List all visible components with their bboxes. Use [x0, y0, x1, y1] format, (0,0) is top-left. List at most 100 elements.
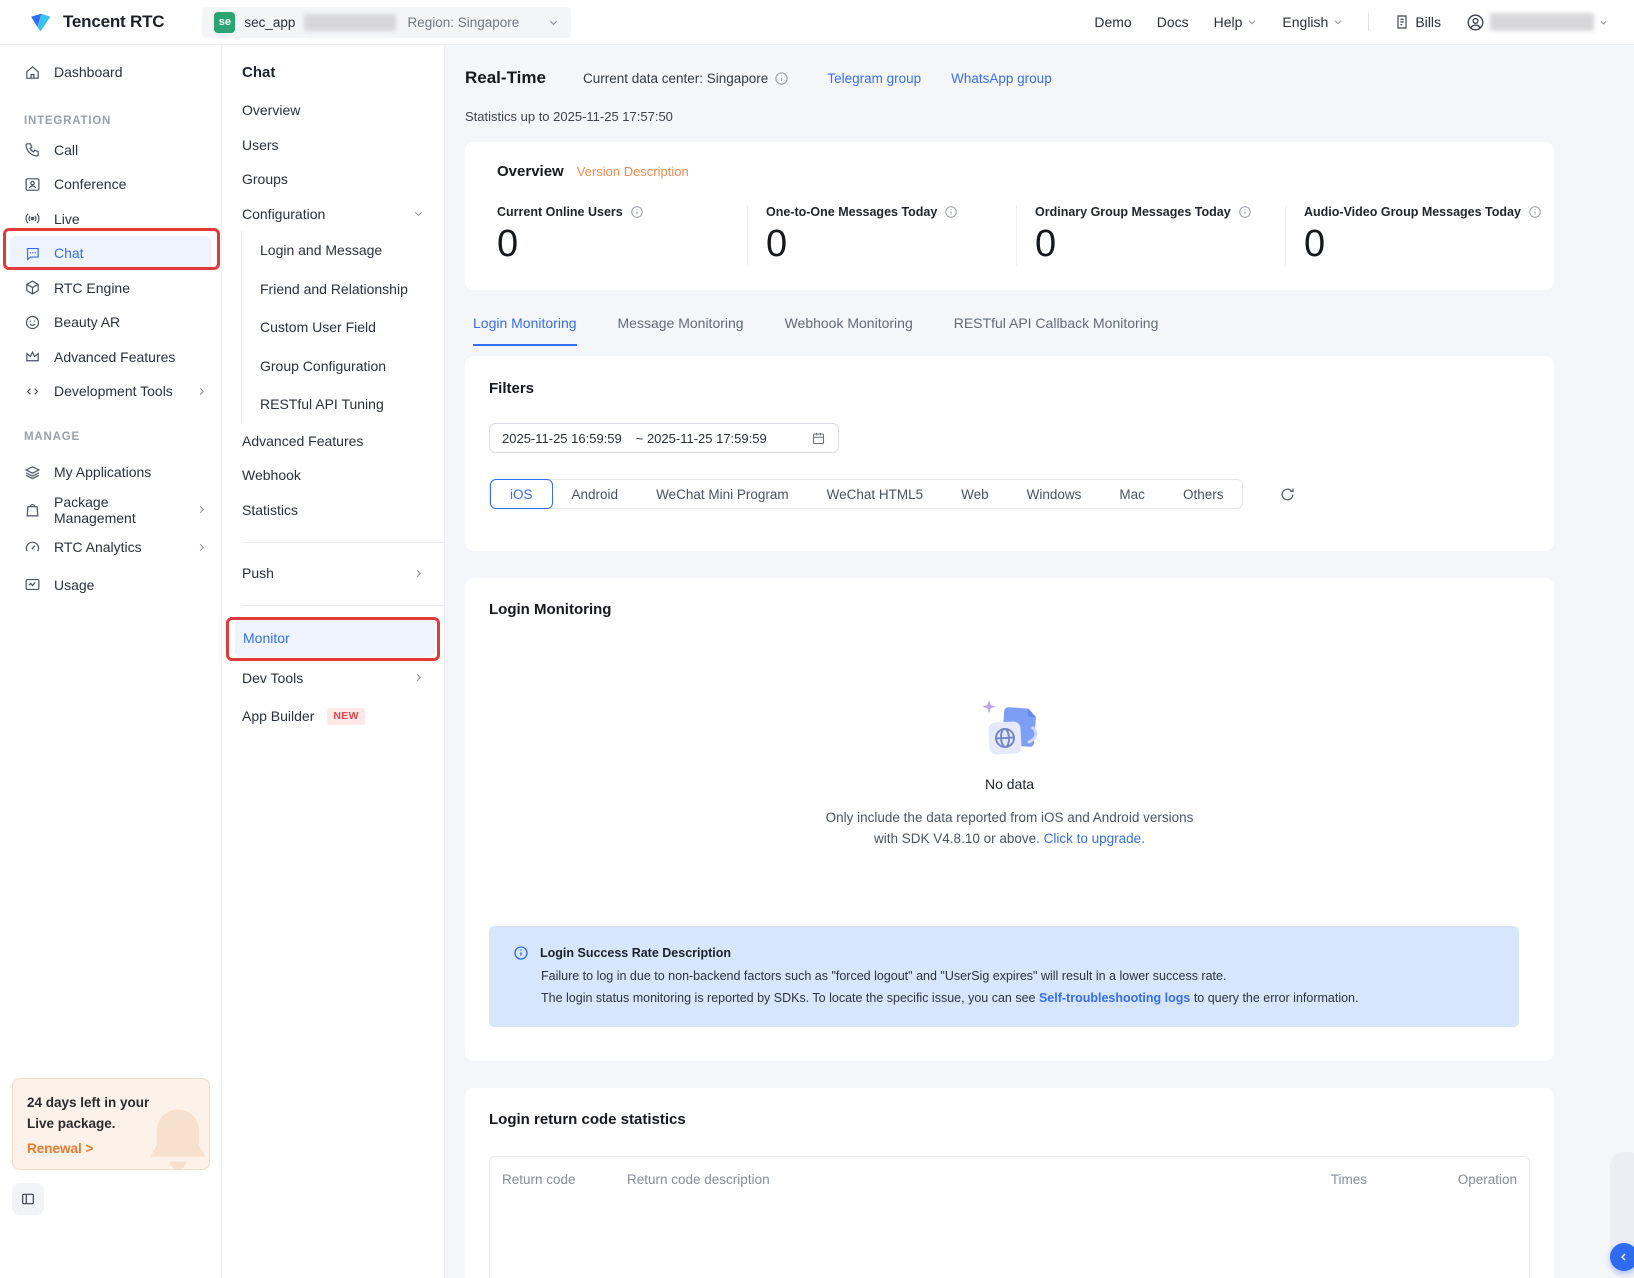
account-menu[interactable]	[1466, 13, 1608, 32]
bills-link[interactable]: Bills	[1394, 14, 1441, 30]
divider	[242, 605, 444, 606]
submenu-item-app-builder[interactable]: App Builder NEW	[222, 699, 444, 734]
docs-link[interactable]: Docs	[1157, 14, 1189, 30]
help-menu[interactable]: Help	[1214, 14, 1258, 30]
notice-line2-pre: The login status monitoring is reported …	[541, 991, 1039, 1005]
info-icon[interactable]	[774, 71, 789, 86]
submenu-item-groups[interactable]: Groups	[222, 162, 444, 197]
date-range-input[interactable]: 2025-11-25 16:59:59 ~ 2025-11-25 17:59:5…	[489, 423, 839, 453]
section-header-integration: INTEGRATION	[0, 113, 221, 129]
sidebar-item-advanced-features[interactable]: Advanced Features	[0, 340, 221, 375]
sidebar-item-development-tools[interactable]: Development Tools	[0, 374, 221, 409]
notice-line2-post: to query the error information.	[1190, 991, 1358, 1005]
refresh-icon[interactable]	[1279, 486, 1296, 503]
self-troubleshooting-logs-link[interactable]: Self-troubleshooting logs	[1039, 991, 1190, 1005]
submenu-item-configuration[interactable]: Configuration	[222, 197, 444, 232]
platform-tab-ios[interactable]: iOS	[490, 479, 553, 509]
sidebar-item-usage[interactable]: Usage	[0, 566, 221, 604]
divider	[242, 542, 444, 543]
metric-value: 0	[1304, 223, 1554, 266]
submenu-item-login-and-message[interactable]: Login and Message	[242, 231, 444, 270]
sidebar-item-conference[interactable]: Conference	[0, 167, 221, 202]
click-to-upgrade-link[interactable]: Click to upgrade	[1044, 831, 1142, 846]
telegram-group-link[interactable]: Telegram group	[827, 71, 921, 86]
chevron-right-icon	[413, 672, 424, 683]
drawer-expand-button[interactable]	[1610, 1243, 1634, 1271]
platform-tab-android[interactable]: Android	[553, 479, 638, 509]
tab-message-monitoring[interactable]: Message Monitoring	[618, 315, 744, 346]
submenu-item-dev-tools[interactable]: Dev Tools	[222, 661, 444, 696]
tab-webhook-monitoring[interactable]: Webhook Monitoring	[785, 315, 913, 346]
layers-icon	[24, 464, 41, 481]
sidebar-item-call[interactable]: Call	[0, 133, 221, 168]
sidebar-item-live[interactable]: Live	[0, 202, 221, 237]
chevron-down-icon	[1247, 17, 1257, 27]
submenu-item-custom-user-field[interactable]: Custom User Field	[242, 308, 444, 347]
language-menu[interactable]: English	[1282, 14, 1343, 30]
sidebar-item-my-applications[interactable]: My Applications	[0, 454, 221, 492]
chevron-down-icon	[548, 17, 559, 28]
submenu-item-friend-and-relationship[interactable]: Friend and Relationship	[242, 270, 444, 309]
submenu-item-advanced-features[interactable]: Advanced Features	[222, 424, 444, 459]
info-icon[interactable]	[1528, 205, 1542, 219]
submenu-item-group-configuration[interactable]: Group Configuration	[242, 347, 444, 386]
submenu-item-users[interactable]: Users	[222, 128, 444, 163]
metric-one-to-one-messages: One-to-One Messages Today 0	[747, 205, 1016, 266]
platform-tab-wechat-mini-program[interactable]: WeChat Mini Program	[637, 479, 808, 509]
no-data-desc-period: .	[1141, 831, 1145, 846]
submenu-item-overview[interactable]: Overview	[222, 93, 444, 128]
usage-monitor-icon	[24, 576, 41, 593]
info-icon[interactable]	[1238, 205, 1252, 219]
notice-line-2: The login status monitoring is reported …	[541, 991, 1519, 1005]
submenu-item-monitor[interactable]: Monitor	[235, 619, 435, 657]
info-circle-icon	[513, 945, 529, 961]
platform-tab-others[interactable]: Others	[1164, 479, 1243, 509]
sidebar-item-chat[interactable]: Chat	[10, 236, 211, 271]
tab-login-monitoring[interactable]: Login Monitoring	[473, 315, 577, 346]
phone-icon	[24, 141, 41, 158]
sidebar-item-package-management[interactable]: Package Management	[0, 491, 221, 529]
sidebar-item-dashboard[interactable]: Dashboard	[0, 55, 221, 90]
chat-icon	[24, 245, 41, 262]
platform-tab-mac[interactable]: Mac	[1100, 479, 1164, 509]
sidebar-item-label: Development Tools	[54, 383, 173, 399]
sidebar-item-beauty-ar[interactable]: Beauty AR	[0, 305, 221, 340]
submenu-item-statistics[interactable]: Statistics	[222, 493, 444, 528]
chevron-right-icon	[413, 568, 424, 579]
submenu-item-webhook[interactable]: Webhook	[222, 458, 444, 493]
sidebar-item-rtc-analytics[interactable]: RTC Analytics	[0, 529, 221, 567]
app-region: Region: Singapore	[407, 15, 519, 30]
sidebar-item-label: RTC Engine	[54, 280, 130, 296]
no-data-block: No data Only include the data reported f…	[465, 696, 1554, 849]
column-return-code: Return code	[502, 1172, 627, 1187]
filters-title: Filters	[489, 380, 1530, 397]
data-center-text: Current data center: Singapore	[583, 71, 768, 86]
sidebar-collapse-button[interactable]	[12, 1183, 44, 1215]
submenu-item-push[interactable]: Push	[222, 556, 444, 591]
demo-link[interactable]: Demo	[1094, 14, 1131, 30]
tab-restful-api-callback-monitoring[interactable]: RESTful API Callback Monitoring	[954, 315, 1159, 346]
whatsapp-group-link[interactable]: WhatsApp group	[951, 71, 1052, 86]
overview-title: Overview	[497, 163, 564, 180]
version-description-link[interactable]: Version Description	[577, 164, 689, 179]
info-icon[interactable]	[630, 205, 644, 219]
page-title: Real-Time	[465, 68, 546, 88]
home-icon	[24, 64, 41, 81]
monitoring-tabs: Login Monitoring Message Monitoring Webh…	[465, 315, 1554, 346]
conference-icon	[24, 176, 41, 193]
sidebar-item-label: My Applications	[54, 464, 151, 480]
platform-tab-web[interactable]: Web	[942, 479, 1008, 509]
chevron-right-icon	[196, 386, 207, 397]
bills-icon	[1394, 14, 1410, 30]
submenu-item-restful-api-tuning[interactable]: RESTful API Tuning	[242, 385, 444, 424]
statistics-timestamp: Statistics up to 2025-11-25 17:57:50	[465, 109, 1554, 124]
sidebar-item-label: Chat	[54, 245, 84, 261]
app-selector[interactable]: se sec_app Region: Singapore	[202, 7, 571, 38]
date-start-value: 2025-11-25 16:59:59	[502, 431, 622, 446]
main-content: Real-Time Current data center: Singapore…	[445, 45, 1634, 1278]
platform-tab-windows[interactable]: Windows	[1008, 479, 1101, 509]
info-icon[interactable]	[944, 205, 958, 219]
brand[interactable]: Tencent RTC	[28, 10, 164, 35]
platform-tab-wechat-html5[interactable]: WeChat HTML5	[808, 479, 943, 509]
sidebar-item-rtc-engine[interactable]: RTC Engine	[0, 271, 221, 306]
